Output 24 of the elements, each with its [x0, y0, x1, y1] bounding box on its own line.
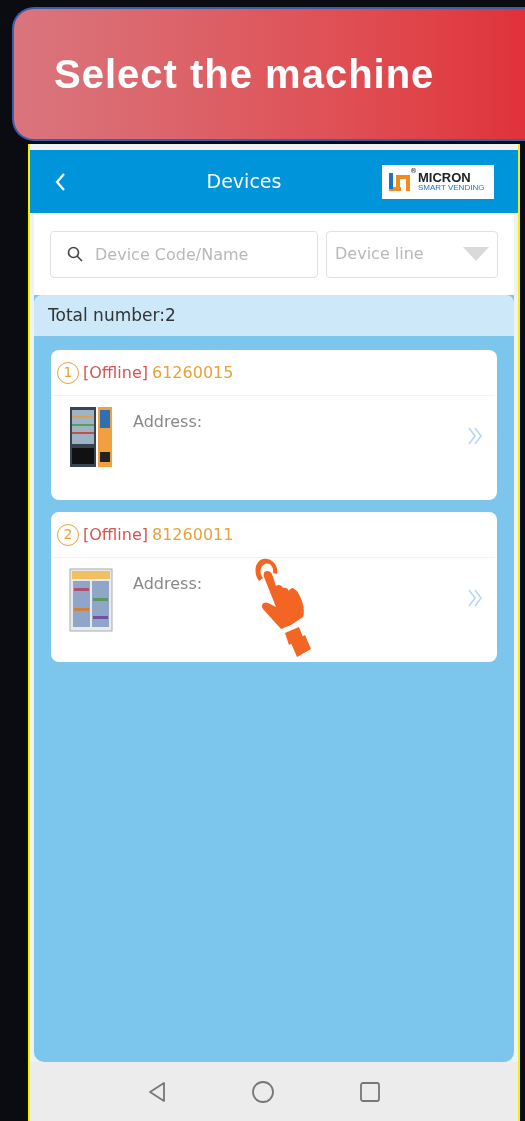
double-chevron-icon: [467, 588, 483, 608]
device-card[interactable]: 1 [Offline] 61260015 Address:: [51, 350, 497, 500]
device-code: 81260011: [152, 523, 234, 546]
address-label: Address:: [133, 411, 203, 433]
device-code: 61260015: [152, 361, 234, 384]
logo-tagline: SMART VENDING: [418, 184, 485, 192]
device-card[interactable]: 2 [Offline] 81260011 Address:: [51, 512, 497, 662]
dropdown-triangle-icon: [463, 247, 489, 261]
logo-brand: MICRON: [418, 171, 472, 184]
search-icon: [67, 245, 83, 262]
vending-machine-icon: [69, 406, 113, 470]
recent-apps-icon[interactable]: [359, 1080, 381, 1103]
search-field[interactable]: Device Code/Name: [50, 230, 318, 278]
status-label: [Offline]: [83, 523, 148, 546]
double-chevron-icon: [467, 426, 483, 446]
home-icon[interactable]: [251, 1079, 275, 1104]
back-icon[interactable]: [54, 171, 66, 192]
title-banner: Select the machine: [12, 7, 525, 141]
address-label: Address:: [133, 573, 203, 595]
fridge-machine-icon: [69, 568, 113, 632]
back-icon[interactable]: [147, 1080, 167, 1103]
header-title: Devices: [205, 169, 283, 195]
status-label: [Offline]: [83, 361, 148, 384]
total-count-bar: Total number:2: [34, 295, 514, 336]
